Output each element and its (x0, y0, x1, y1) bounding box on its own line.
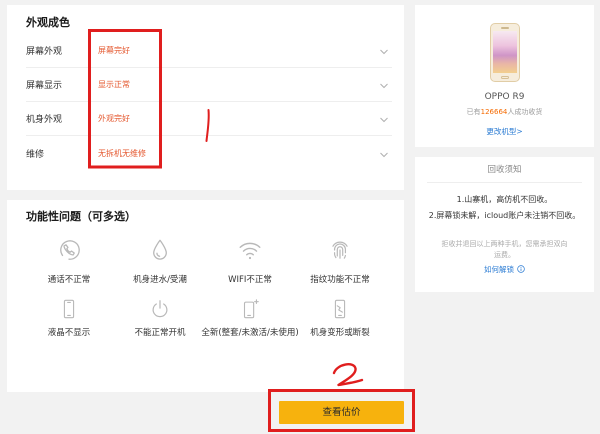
device-card: OPPO R9 已有126664人成功收货 更改机型> (415, 5, 594, 147)
appearance-card: 外观成色 屏幕外观 屏幕完好 屏幕显示 显示正常 机身外观 外观完好 维修 无拆… (7, 5, 404, 190)
chevron-down-icon (380, 117, 388, 123)
notice-title: 回收须知 (487, 165, 522, 175)
issue-label: 机身进水/受潮 (133, 275, 187, 285)
wifi-icon (239, 242, 261, 260)
appearance-title: 外观成色 (26, 16, 70, 29)
unlock-link-label: 如何解锁 (484, 265, 514, 274)
issue-label: 机身变形或断裂 (310, 328, 370, 338)
issue-label: 不能正常开机 (134, 328, 186, 338)
issue-brand-new[interactable]: 全新(整套/未激活/未使用) (200, 298, 300, 339)
row-value: 无拆机无维修 (98, 148, 146, 158)
chevron-down-icon (380, 83, 388, 89)
view-estimate-button[interactable]: 查看估价 (279, 401, 404, 424)
issue-call-abnormal[interactable]: 通话不正常 (19, 237, 119, 286)
power-icon (152, 300, 168, 318)
issue-body-deformed[interactable]: 机身变形或断裂 (290, 298, 390, 339)
divider (427, 182, 582, 183)
row-label: 屏幕外观 (26, 47, 63, 57)
chevron-down-icon (380, 49, 388, 55)
count-suffix: 人成功收货 (507, 108, 543, 116)
chevron-down-icon (380, 152, 388, 157)
appearance-row-screen-display[interactable]: 屏幕显示 显示正常 (26, 68, 392, 102)
notice-rule: 1.山寨机，高仿机不回收。 (456, 195, 553, 204)
functional-title: 功能性问题（可多选） (26, 210, 136, 223)
cracked-phone-icon (334, 299, 346, 319)
issue-screen-no-display[interactable]: 液晶不显示 (19, 298, 119, 339)
notice-note-line: 运费。 (494, 251, 515, 259)
issue-label: 指纹功能不正常 (310, 275, 370, 285)
new-phone-icon (243, 299, 259, 319)
appearance-row-repair[interactable]: 维修 无拆机无维修 (26, 136, 392, 170)
phone-screen (493, 31, 517, 73)
phone-speaker (501, 27, 509, 29)
row-value: 外观完好 (98, 114, 130, 123)
screen-phone-icon (63, 299, 75, 319)
notice-rule: 2.屏幕锁未解，icloud账户未注销不回收。 (428, 211, 581, 220)
notice-card: 回收须知 1.山寨机，高仿机不回收。 2.屏幕锁未解，icloud账户未注销不回… (415, 157, 594, 292)
phone-home-button (501, 76, 509, 79)
notice-note-line: 拒收并退回以上两种手机，您需承担双向 (441, 240, 568, 248)
issue-water-damage[interactable]: 机身进水/受潮 (110, 237, 210, 286)
issue-fingerprint-abnormal[interactable]: 指纹功能不正常 (290, 237, 390, 286)
issue-label: 全新(整套/未激活/未使用) (201, 328, 299, 338)
issue-label: 通话不正常 (47, 275, 91, 285)
fingerprint-icon (332, 241, 348, 259)
info-circle-icon (517, 265, 525, 273)
issue-label: WIFI不正常 (228, 275, 272, 285)
issue-label: 液晶不显示 (47, 328, 91, 338)
row-label: 机身外观 (26, 115, 63, 125)
row-value: 屏幕完好 (98, 46, 130, 55)
issue-wifi-abnormal[interactable]: WIFI不正常 (200, 237, 300, 286)
phone-call-icon (60, 240, 80, 260)
water-drop-icon (153, 239, 167, 260)
row-label: 屏幕显示 (26, 81, 63, 91)
device-model: OPPO R9 (484, 92, 525, 102)
row-label: 维修 (26, 149, 45, 160)
how-to-unlock-link[interactable]: 如何解锁 (415, 264, 594, 276)
phone-image (490, 23, 520, 82)
appearance-row-screen-look[interactable]: 屏幕外观 屏幕完好 (26, 34, 392, 68)
count-prefix: 已有 (466, 108, 481, 116)
appearance-row-body-look[interactable]: 机身外观 外观完好 (26, 102, 392, 136)
functional-card: 功能性问题（可多选） 通话不正常 机身进水/受潮 WIFI不正常 指纹功能不正常… (7, 200, 404, 392)
issue-cannot-boot[interactable]: 不能正常开机 (110, 298, 210, 339)
row-value: 显示正常 (98, 80, 130, 89)
count-number: 126664 (480, 108, 508, 116)
change-model-link[interactable]: 更改机型> (415, 127, 594, 137)
device-recycle-count: 已有126664人成功收货 (415, 107, 594, 117)
